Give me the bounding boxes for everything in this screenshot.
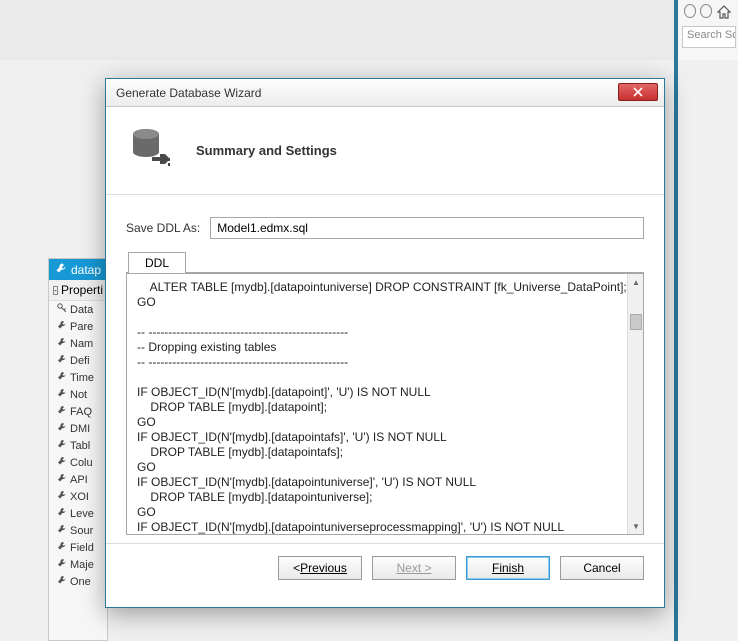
prop-label: Time	[70, 372, 94, 384]
tab-strip: DDL	[126, 251, 644, 273]
key-icon	[57, 303, 67, 316]
properties-header-label: datap	[71, 263, 101, 277]
wrench-icon	[57, 575, 67, 588]
prop-label: Leve	[70, 508, 94, 520]
previous-button-label: Previous	[300, 561, 347, 575]
scroll-down-icon[interactable]: ▼	[628, 518, 644, 534]
cancel-button[interactable]: Cancel	[560, 556, 644, 580]
properties-group[interactable]: - Properti	[49, 280, 107, 301]
wrench-icon	[57, 524, 67, 537]
prop-row[interactable]: Leve	[49, 505, 107, 522]
search-input[interactable]: Search Solut	[682, 26, 736, 48]
save-ddl-input[interactable]	[210, 217, 644, 239]
solution-explorer-panel: Search Solut	[674, 0, 738, 60]
wrench-icon	[57, 456, 67, 469]
prop-label: Defi	[70, 355, 90, 367]
next-button: Next >	[372, 556, 456, 580]
wrench-icon	[57, 371, 67, 384]
prop-row[interactable]: Data	[49, 301, 107, 318]
generate-database-wizard-dialog: Generate Database Wizard Summary and Set…	[105, 78, 665, 608]
prop-label: Colu	[70, 457, 93, 469]
prop-row[interactable]: Maje	[49, 556, 107, 573]
wrench-icon	[57, 558, 67, 571]
prop-row[interactable]: DMI	[49, 420, 107, 437]
scroll-up-icon[interactable]: ▲	[628, 274, 644, 290]
prop-label: Field	[70, 542, 94, 554]
properties-group-label: Properti	[61, 283, 103, 297]
wrench-icon	[57, 490, 67, 503]
wrench-icon	[57, 354, 67, 367]
nav-forward-icon[interactable]	[700, 4, 712, 18]
scroll-thumb[interactable]	[630, 314, 642, 330]
next-button-label: Next >	[396, 561, 431, 575]
prop-label: Tabl	[70, 440, 90, 452]
prop-row[interactable]: Colu	[49, 454, 107, 471]
scrollbar[interactable]: ▲▼	[627, 274, 643, 534]
wrench-icon	[57, 388, 67, 401]
prop-label: Not	[70, 389, 87, 401]
prop-row[interactable]: XOI	[49, 488, 107, 505]
wrench-icon	[57, 337, 67, 350]
tab-ddl[interactable]: DDL	[128, 252, 186, 273]
prop-label: Pare	[70, 321, 93, 333]
cancel-button-label: Cancel	[583, 561, 620, 575]
wrench-icon	[55, 262, 67, 277]
prop-row[interactable]: One	[49, 573, 107, 590]
prop-label: FAQ	[70, 406, 92, 418]
prop-row[interactable]: Pare	[49, 318, 107, 335]
wrench-icon	[57, 405, 67, 418]
prop-label: Maje	[70, 559, 94, 571]
properties-panel: datap - Properti Data Pare Nam Defi Time…	[48, 258, 108, 641]
prop-row[interactable]: Tabl	[49, 437, 107, 454]
blue-divider	[674, 60, 678, 641]
dialog-button-row: < Previous Next > Finish Cancel	[106, 544, 664, 594]
prop-row[interactable]: Not	[49, 386, 107, 403]
prop-row[interactable]: API	[49, 471, 107, 488]
dialog-body: Save DDL As: DDL ALTER TABLE [mydb].[dat…	[106, 195, 664, 543]
prop-label: DMI	[70, 423, 90, 435]
close-button[interactable]	[618, 83, 658, 101]
save-ddl-label: Save DDL As:	[126, 221, 200, 235]
prop-row[interactable]: FAQ	[49, 403, 107, 420]
finish-button-label: Finish	[492, 561, 524, 575]
prop-row[interactable]: Field	[49, 539, 107, 556]
prop-row[interactable]: Defi	[49, 352, 107, 369]
dialog-subtitle: Summary and Settings	[196, 143, 337, 158]
wrench-icon	[57, 320, 67, 333]
prop-row[interactable]: Nam	[49, 335, 107, 352]
prop-label: Data	[70, 304, 93, 316]
wrench-icon	[57, 439, 67, 452]
previous-button[interactable]: < Previous	[278, 556, 362, 580]
ddl-code-box[interactable]: ALTER TABLE [mydb].[datapointuniverse] D…	[126, 273, 644, 535]
finish-button[interactable]: Finish	[466, 556, 550, 580]
wrench-icon	[57, 473, 67, 486]
prop-row[interactable]: Time	[49, 369, 107, 386]
ddl-code-text: ALTER TABLE [mydb].[datapointuniverse] D…	[137, 280, 627, 534]
prop-label: Sour	[70, 525, 93, 537]
prop-label: One	[70, 576, 91, 588]
home-icon[interactable]	[716, 4, 732, 25]
wrench-icon	[57, 541, 67, 554]
properties-header: datap	[49, 259, 107, 280]
prop-label: Nam	[70, 338, 93, 350]
dialog-header: Summary and Settings	[106, 107, 664, 194]
wrench-icon	[57, 422, 67, 435]
dialog-wrapper: Generate Database Wizard Summary and Set…	[105, 78, 665, 608]
dialog-title: Generate Database Wizard	[116, 86, 261, 100]
database-plug-icon	[128, 125, 174, 176]
top-strip	[0, 0, 738, 60]
nav-back-icon[interactable]	[684, 4, 696, 18]
dialog-titlebar[interactable]: Generate Database Wizard	[106, 79, 664, 107]
collapse-icon[interactable]: -	[53, 286, 58, 295]
wrench-icon	[57, 507, 67, 520]
prop-row[interactable]: Sour	[49, 522, 107, 539]
prop-label: XOI	[70, 491, 89, 503]
prop-label: API	[70, 474, 88, 486]
